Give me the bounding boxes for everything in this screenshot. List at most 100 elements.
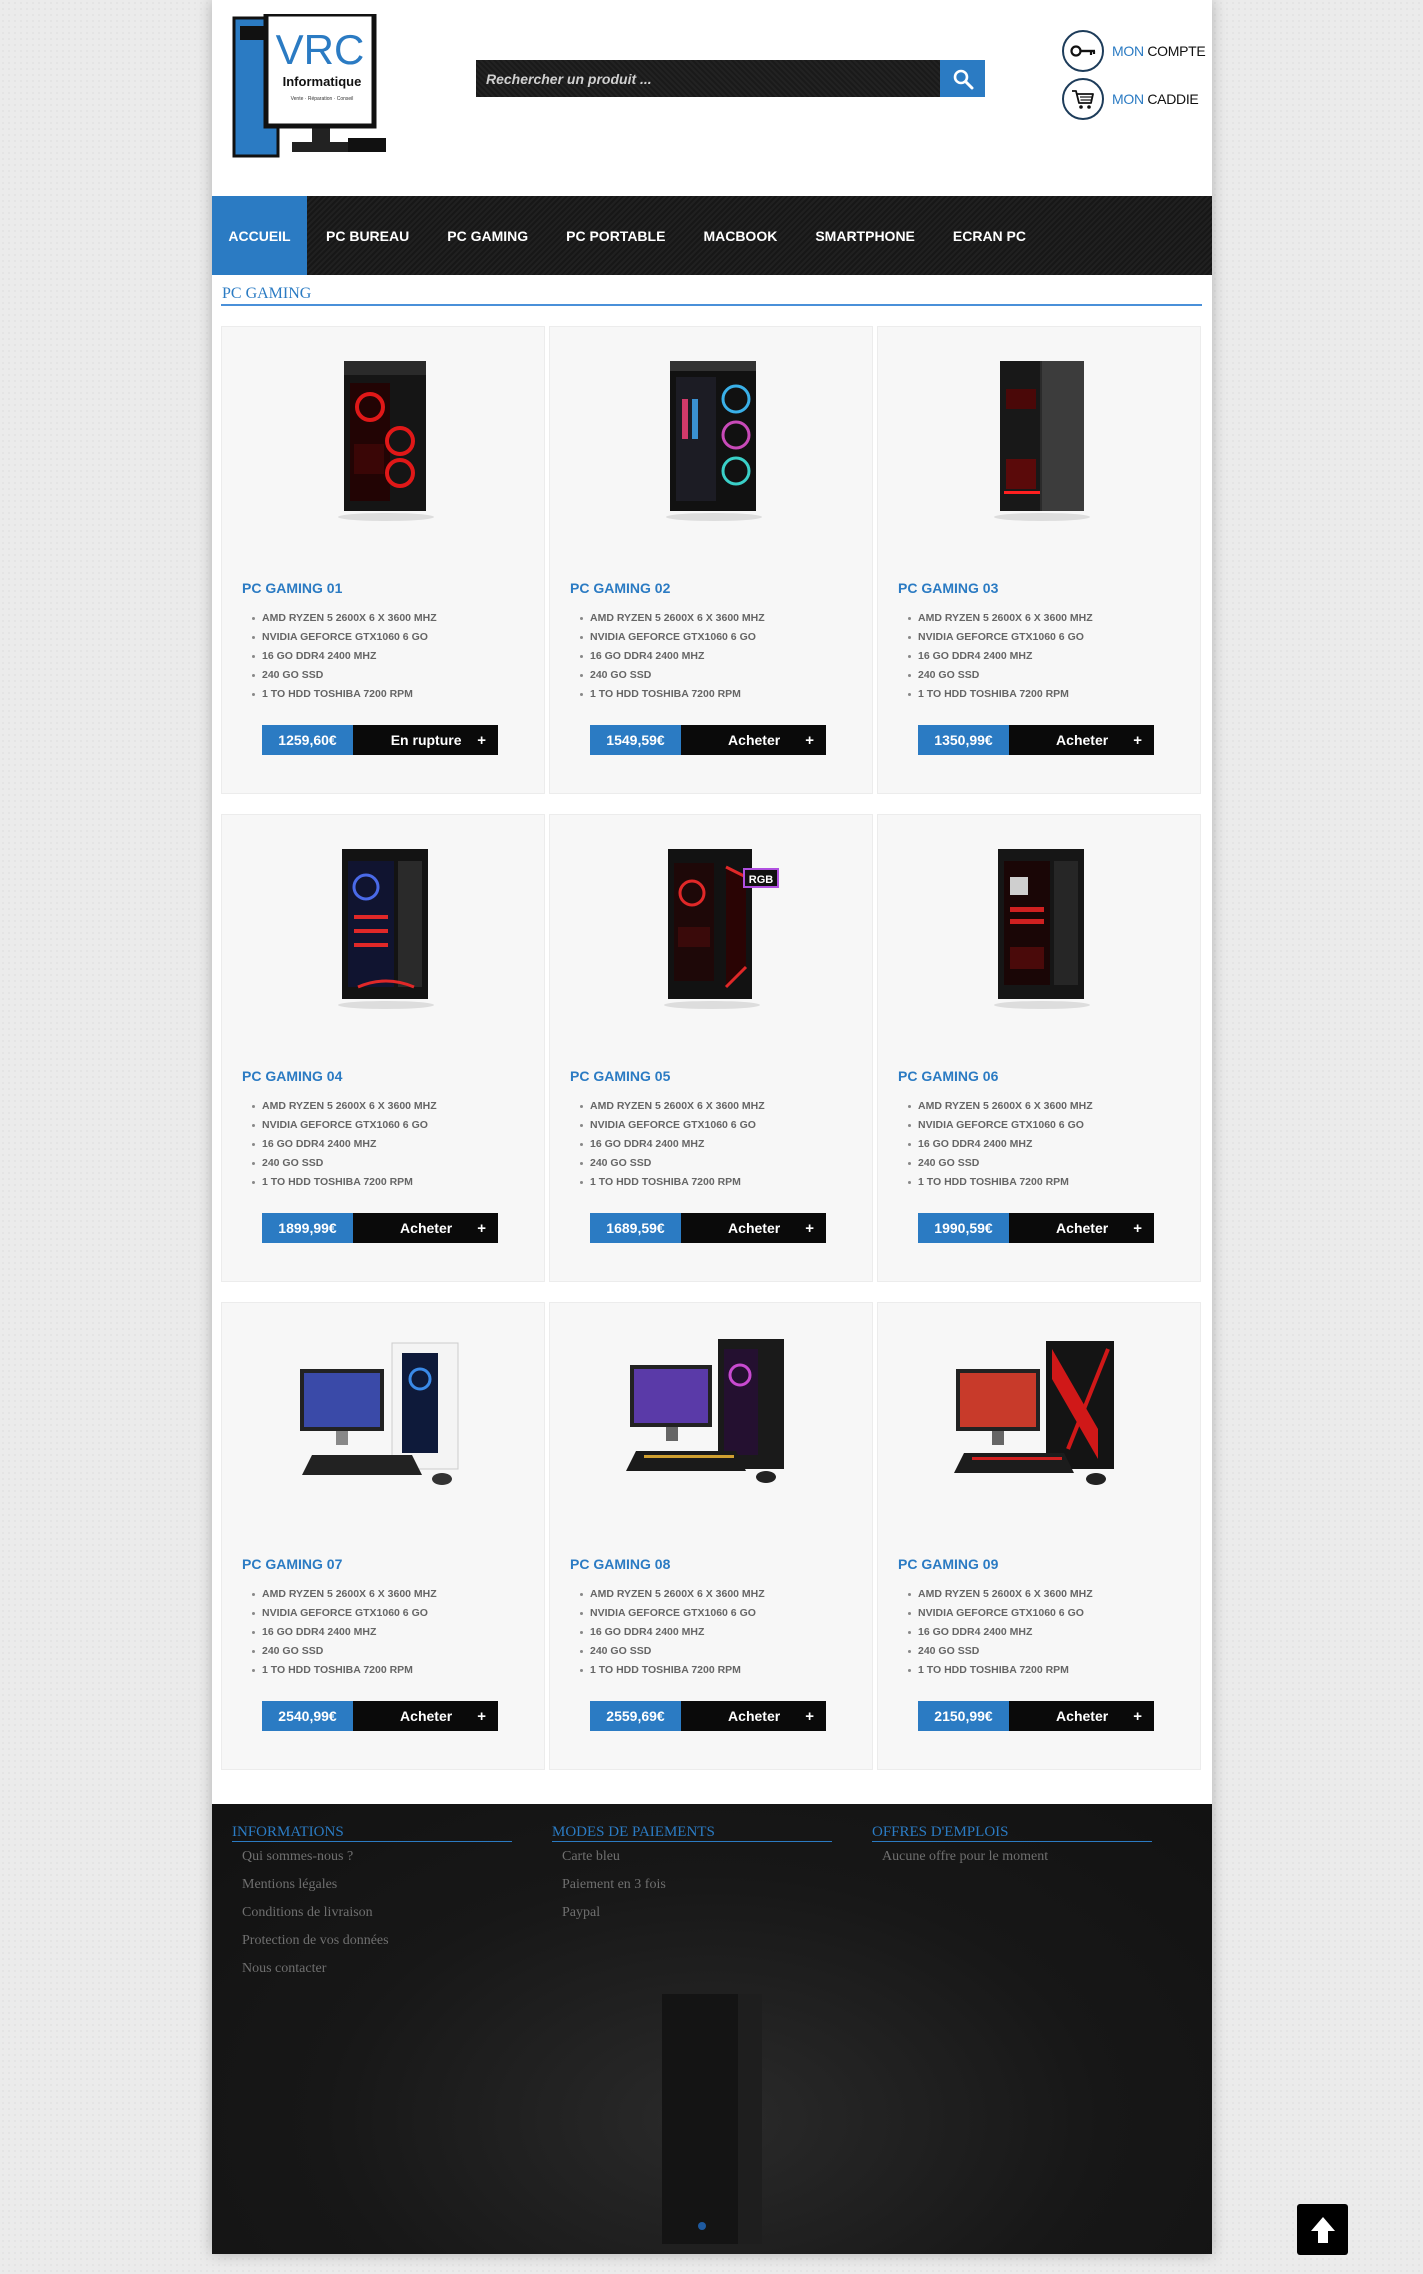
product-specs: AMD RYZEN 5 2600X 6 X 3600 MHZ NVIDIA GE… (252, 1097, 437, 1192)
search-icon (953, 69, 973, 89)
buy-action-label: Acheter (728, 732, 781, 748)
buy-action-label: Acheter (728, 1708, 781, 1724)
product-image[interactable] (314, 349, 454, 529)
product-name[interactable]: PC GAMING 04 (242, 1068, 342, 1084)
product-image[interactable] (970, 837, 1110, 1017)
footer-paiements-title: MODES DE PAIEMENTS (552, 1822, 832, 1842)
arrow-up-icon (1310, 2216, 1335, 2243)
spec-item: 16 GO DDR4 2400 MHZ (252, 1623, 437, 1642)
product-image[interactable] (970, 349, 1110, 529)
buy-button[interactable]: 1350,99€ Acheter + (918, 725, 1154, 755)
footer-link-paypal[interactable]: Paypal (552, 1898, 832, 1926)
product-name[interactable]: PC GAMING 01 (242, 580, 342, 596)
product-specs: AMD RYZEN 5 2600X 6 X 3600 MHZ NVIDIA GE… (580, 1097, 765, 1192)
nav-item-pc-gaming[interactable]: PC GAMING (428, 196, 547, 275)
product-image[interactable] (314, 837, 454, 1017)
cart-icon (1062, 78, 1104, 120)
nav-item-pc-portable[interactable]: PC PORTABLE (547, 196, 684, 275)
search-button[interactable] (940, 60, 985, 97)
product-image[interactable]: RGB (642, 837, 782, 1017)
product-specs: AMD RYZEN 5 2600X 6 X 3600 MHZ NVIDIA GE… (252, 1585, 437, 1680)
buy-button[interactable]: 2540,99€ Acheter + (262, 1701, 498, 1731)
product-name[interactable]: PC GAMING 02 (570, 580, 670, 596)
spec-item: 1 TO HDD TOSHIBA 7200 RPM (580, 1661, 765, 1680)
product-image[interactable] (292, 1329, 476, 1505)
product-name[interactable]: PC GAMING 07 (242, 1556, 342, 1572)
spec-item: 16 GO DDR4 2400 MHZ (252, 647, 437, 666)
page: VRC Informatique Vente · Réparation · Co… (212, 0, 1212, 2254)
footer-link-mentions-legales[interactable]: Mentions légales (232, 1870, 512, 1898)
buy-action: En rupture + (353, 725, 498, 755)
product-name[interactable]: PC GAMING 05 (570, 1068, 670, 1084)
plus-icon: + (1133, 1707, 1142, 1725)
nav-item-pc-bureau[interactable]: PC BUREAU (307, 196, 428, 275)
spec-item: 16 GO DDR4 2400 MHZ (908, 647, 1093, 666)
product-price: 1689,59€ (590, 1213, 681, 1243)
product-card: PC GAMING 08 AMD RYZEN 5 2600X 6 X 3600 … (549, 1302, 873, 1770)
spec-item: 16 GO DDR4 2400 MHZ (580, 1623, 765, 1642)
spec-item: 240 GO SSD (908, 666, 1093, 685)
product-name[interactable]: PC GAMING 03 (898, 580, 998, 596)
spec-item: 1 TO HDD TOSHIBA 7200 RPM (580, 685, 765, 704)
buy-button[interactable]: 1549,59€ Acheter + (590, 725, 826, 755)
buy-button[interactable]: 2559,69€ Acheter + (590, 1701, 826, 1731)
back-to-top-button[interactable] (1297, 2204, 1348, 2255)
spec-item: 1 TO HDD TOSHIBA 7200 RPM (252, 1173, 437, 1192)
product-price: 1350,99€ (918, 725, 1009, 755)
nav-item-accueil[interactable]: ACCUEIL (212, 196, 307, 275)
nav-item-macbook[interactable]: MACBOOK (684, 196, 796, 275)
spec-item: AMD RYZEN 5 2600X 6 X 3600 MHZ (580, 609, 765, 628)
mon-compte-prefix: MON (1112, 43, 1144, 59)
product-card: PC GAMING 04 AMD RYZEN 5 2600X 6 X 3600 … (221, 814, 545, 1282)
nav-item-smartphone[interactable]: SMARTPHONE (796, 196, 934, 275)
footer-link-nous-contacter[interactable]: Nous contacter (232, 1954, 512, 1982)
main-nav: ACCUEIL PC BUREAU PC GAMING PC PORTABLE … (212, 196, 1212, 275)
mon-caddie-link[interactable]: MON CADDIE (1062, 78, 1199, 120)
product-name[interactable]: PC GAMING 06 (898, 1068, 998, 1084)
plus-icon: + (805, 1219, 814, 1237)
spec-item: AMD RYZEN 5 2600X 6 X 3600 MHZ (252, 609, 437, 628)
buy-action: Acheter + (681, 725, 826, 755)
spec-item: 1 TO HDD TOSHIBA 7200 RPM (908, 1173, 1093, 1192)
mon-compte-link[interactable]: MON COMPTE (1062, 30, 1206, 72)
buy-button[interactable]: 2150,99€ Acheter + (918, 1701, 1154, 1731)
footer-paiements: MODES DE PAIEMENTS Carte bleu Paiement e… (552, 1822, 832, 1926)
product-image[interactable] (948, 1329, 1132, 1505)
footer-informations: INFORMATIONS Qui sommes-nous ? Mentions … (232, 1822, 512, 1982)
footer-link-aucune-offre[interactable]: Aucune offre pour le moment (872, 1842, 1152, 1870)
product-name[interactable]: PC GAMING 08 (570, 1556, 670, 1572)
mon-caddie-text: CADDIE (1147, 91, 1199, 107)
buy-action: Acheter + (1009, 1213, 1154, 1243)
plus-icon: + (477, 1707, 486, 1725)
buy-button[interactable]: 1689,59€ Acheter + (590, 1213, 826, 1243)
footer-link-carte-bleu[interactable]: Carte bleu (552, 1842, 832, 1870)
footer-link-conditions-livraison[interactable]: Conditions de livraison (232, 1898, 512, 1926)
buy-button[interactable]: 1990,59€ Acheter + (918, 1213, 1154, 1243)
spec-item: 16 GO DDR4 2400 MHZ (908, 1623, 1093, 1642)
product-name[interactable]: PC GAMING 09 (898, 1556, 998, 1572)
key-icon (1062, 30, 1104, 72)
spec-item: 1 TO HDD TOSHIBA 7200 RPM (580, 1173, 765, 1192)
buy-button[interactable]: 1899,99€ Acheter + (262, 1213, 498, 1243)
product-price: 1259,60€ (262, 725, 353, 755)
spec-item: NVIDIA GEFORCE GTX1060 6 GO (908, 628, 1093, 647)
buy-action-label: Acheter (1056, 732, 1109, 748)
footer: INFORMATIONS Qui sommes-nous ? Mentions … (212, 1804, 1212, 2254)
product-image[interactable] (642, 349, 782, 529)
footer-link-protection-donnees[interactable]: Protection de vos données (232, 1926, 512, 1954)
search-input[interactable] (476, 60, 940, 97)
buy-action: Acheter + (353, 1213, 498, 1243)
buy-button[interactable]: 1259,60€ En rupture + (262, 725, 498, 755)
plus-icon: + (477, 1219, 486, 1237)
buy-action: Acheter + (681, 1701, 826, 1731)
footer-link-paiement-3-fois[interactable]: Paiement en 3 fois (552, 1870, 832, 1898)
buy-action-label: Acheter (400, 1708, 453, 1724)
spec-item: 1 TO HDD TOSHIBA 7200 RPM (908, 685, 1093, 704)
header: VRC Informatique Vente · Réparation · Co… (212, 0, 1212, 196)
nav-item-ecran-pc[interactable]: ECRAN PC (934, 196, 1045, 275)
footer-link-qui-sommes-nous[interactable]: Qui sommes-nous ? (232, 1842, 512, 1870)
search-bar (476, 60, 985, 97)
product-image[interactable] (620, 1329, 804, 1505)
spec-item: NVIDIA GEFORCE GTX1060 6 GO (252, 1604, 437, 1623)
logo[interactable]: VRC Informatique Vente · Réparation · Co… (230, 14, 402, 164)
